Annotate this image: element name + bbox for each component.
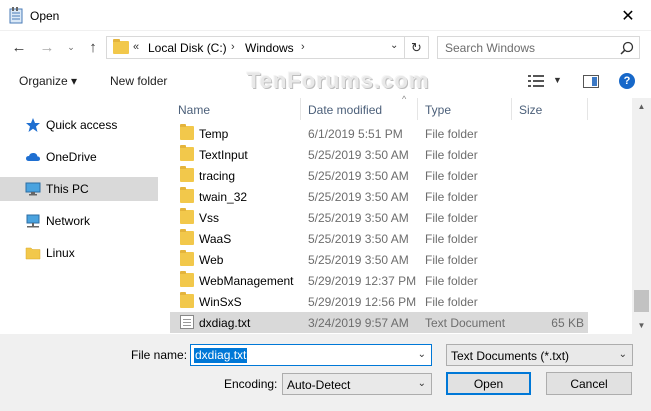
folder-icon [180, 124, 194, 140]
cloud-icon [26, 152, 40, 161]
folder-icon [180, 208, 194, 224]
chevron-down-icon: ⌄ [67, 41, 75, 52]
filetype-select[interactable]: Text Documents (*.txt) ⌄ [446, 344, 633, 366]
encoding-label: Encoding: [224, 377, 278, 391]
star-icon [26, 118, 40, 132]
scroll-up-icon[interactable]: ▲ [632, 98, 651, 115]
sidebar-item-label: This PC [46, 182, 89, 196]
list-item[interactable]: twain_32 5/25/2019 3:50 AM File folder [170, 186, 588, 207]
sidebar-item-network[interactable]: Network [0, 209, 158, 233]
new-folder-button[interactable]: New folder [110, 74, 167, 88]
view-options-dropdown[interactable]: ▼ [553, 75, 562, 85]
details-view-icon[interactable] [528, 75, 544, 87]
preview-pane-icon[interactable] [583, 75, 599, 88]
navigation-pane: Quick access OneDrive This PC Network Li… [0, 98, 158, 334]
folder-icon [180, 166, 194, 182]
folder-icon [180, 145, 194, 161]
sidebar-item-linux[interactable]: Linux [0, 241, 158, 265]
cancel-button[interactable]: Cancel [546, 372, 632, 395]
scroll-down-icon[interactable]: ▼ [632, 317, 651, 334]
breadcrumb-separator-icon[interactable]: › [231, 41, 235, 53]
list-item[interactable]: Vss 5/25/2019 3:50 AM File folder [170, 207, 588, 228]
folder-icon [180, 292, 194, 308]
folder-icon [180, 271, 194, 287]
close-icon: ✕ [621, 7, 635, 25]
scrollbar-thumb[interactable] [634, 290, 649, 312]
computer-icon [25, 182, 41, 196]
search-box[interactable]: Search Windows [437, 36, 640, 59]
sidebar-item-label: Network [46, 214, 91, 228]
close-button[interactable]: ✕ [605, 0, 651, 31]
organize-button[interactable]: Organize ▾ [19, 74, 77, 88]
filename-value: dxdiag.txt [194, 348, 248, 363]
filename-label: File name: [131, 348, 188, 362]
help-icon[interactable]: ? [619, 73, 635, 89]
filename-input[interactable]: dxdiag.txt ⌄ [190, 344, 432, 366]
bottom-panel: File name: dxdiag.txt ⌄ Text Documents (… [0, 334, 651, 411]
command-bar: Organize ▾ New folder TenForums.com ▼ ? [0, 66, 651, 96]
search-placeholder: Search Windows [445, 41, 536, 55]
folder-icon [180, 229, 194, 245]
address-dropdown-icon[interactable]: ⌄ [390, 40, 398, 51]
list-item[interactable]: WaaS 5/25/2019 3:50 AM File folder [170, 228, 588, 249]
watermark: TenForums.com [247, 68, 430, 93]
column-header-row: ^ Name Date modified Type Size [170, 94, 640, 120]
open-button[interactable]: Open [446, 372, 531, 395]
list-item[interactable]: Web 5/25/2019 3:50 AM File folder [170, 249, 588, 270]
text-document-icon [180, 315, 194, 329]
window-title: Open [30, 9, 60, 23]
column-header-size[interactable]: Size [512, 98, 588, 120]
sidebar-item-label: OneDrive [46, 150, 97, 164]
list-item[interactable]: WinSxS 5/29/2019 12:56 PM File folder [170, 291, 588, 312]
chevron-down-icon: ⌄ [417, 378, 426, 389]
sidebar-item-onedrive[interactable]: OneDrive [0, 145, 158, 169]
folder-icon [113, 39, 129, 54]
column-header-date[interactable]: Date modified [301, 98, 418, 120]
sidebar-item-label: Quick access [46, 118, 118, 132]
sidebar-item-this-pc[interactable]: This PC [0, 177, 158, 201]
refresh-icon: ↻ [411, 39, 422, 55]
navigation-bar: ← → ⌄ ↑ « Local Disk (C:) › Windows › ⌄ … [0, 31, 651, 65]
folder-icon [180, 187, 194, 203]
refresh-button[interactable]: ↻ [405, 36, 429, 59]
filetype-value: Text Documents (*.txt) [451, 349, 570, 363]
network-icon [26, 214, 40, 228]
list-item[interactable]: TextInput 5/25/2019 3:50 AM File folder [170, 144, 588, 165]
address-overflow[interactable]: « [133, 41, 139, 53]
list-item[interactable]: WebManagement 5/29/2019 12:37 PM File fo… [170, 270, 588, 291]
list-item-selected[interactable]: dxdiag.txt 3/24/2019 9:57 AM Text Docume… [170, 312, 588, 333]
recent-locations-button[interactable]: ⌄ [62, 38, 80, 56]
up-button[interactable]: ↑ [84, 38, 102, 56]
encoding-value: Auto-Detect [287, 378, 351, 392]
arrow-up-icon: ↑ [89, 38, 97, 56]
title-bar: Open ✕ [0, 0, 651, 31]
folder-icon [25, 247, 41, 260]
chevron-down-icon[interactable]: ⌄ [418, 349, 426, 360]
search-icon [620, 41, 634, 55]
chevron-down-icon: ⌄ [618, 349, 627, 360]
list-item[interactable]: Temp 6/1/2019 5:51 PM File folder [170, 123, 588, 144]
address-bar[interactable]: « Local Disk (C:) › Windows › ⌄ [106, 36, 405, 59]
column-header-name[interactable]: Name [170, 98, 301, 120]
arrow-right-icon: → [39, 38, 55, 56]
forward-button[interactable]: → [38, 38, 56, 56]
breadcrumb-separator-icon[interactable]: › [301, 41, 305, 53]
back-button[interactable]: ← [10, 38, 28, 56]
breadcrumb-windows[interactable]: Windows [245, 41, 294, 55]
sidebar-item-quick-access[interactable]: Quick access [0, 113, 158, 137]
folder-icon [180, 250, 194, 266]
arrow-left-icon: ← [11, 38, 27, 56]
list-item[interactable]: tracing 5/25/2019 3:50 AM File folder [170, 165, 588, 186]
notepad-icon [9, 7, 23, 24]
vertical-scrollbar[interactable]: ▲ ▼ [632, 98, 651, 334]
column-header-type[interactable]: Type [418, 98, 512, 120]
breadcrumb-local-disk[interactable]: Local Disk (C:) [148, 41, 227, 55]
sidebar-item-label: Linux [46, 246, 75, 260]
encoding-select[interactable]: Auto-Detect ⌄ [282, 373, 432, 395]
